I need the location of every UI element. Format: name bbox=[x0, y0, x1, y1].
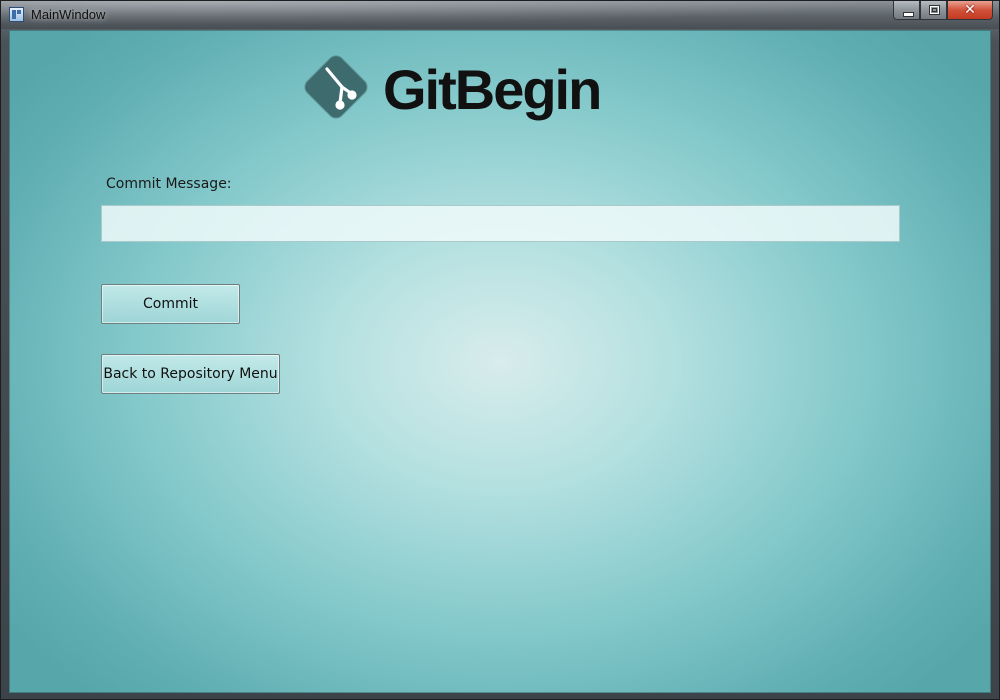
back-to-repository-menu-button[interactable]: Back to Repository Menu bbox=[101, 354, 280, 394]
commit-message-label: Commit Message: bbox=[106, 176, 232, 192]
commit-button[interactable]: Commit bbox=[101, 284, 240, 324]
caption-buttons: ✕ bbox=[893, 1, 993, 21]
app-window-icon[interactable] bbox=[9, 7, 24, 22]
commit-message-input[interactable] bbox=[101, 205, 900, 242]
close-icon: ✕ bbox=[964, 2, 976, 18]
logo-text: GitBegin bbox=[383, 58, 602, 121]
maximize-button[interactable] bbox=[920, 1, 947, 20]
main-window: MainWindow ✕ GitBegin Commit Message: Co… bbox=[0, 0, 1000, 700]
window-title: MainWindow bbox=[31, 7, 106, 22]
title-bar[interactable]: MainWindow ✕ bbox=[1, 1, 999, 29]
minimize-button[interactable] bbox=[893, 1, 920, 20]
git-branch-logo-icon bbox=[325, 67, 357, 110]
minimize-icon bbox=[903, 12, 914, 17]
maximize-icon bbox=[929, 5, 940, 15]
close-button[interactable]: ✕ bbox=[947, 1, 993, 20]
content-area: GitBegin Commit Message: Commit Back to … bbox=[9, 30, 991, 693]
